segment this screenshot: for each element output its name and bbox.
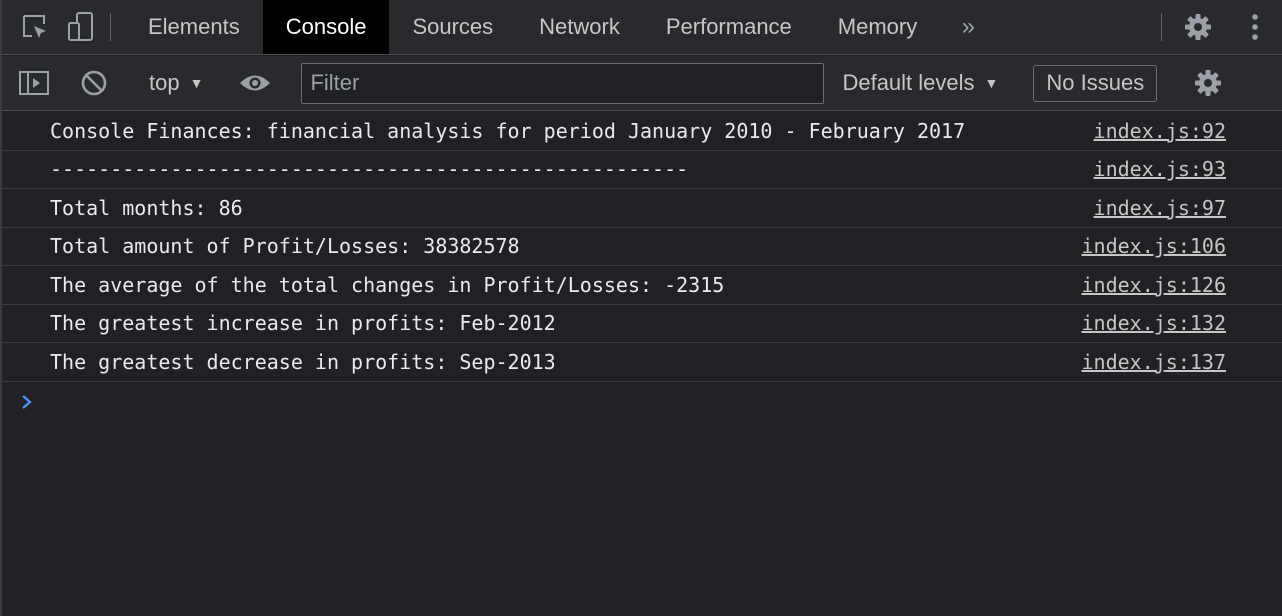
source-link[interactable]: index.js:97 xyxy=(1094,196,1226,220)
live-expression-eye-icon[interactable] xyxy=(230,56,280,111)
source-link[interactable]: index.js:93 xyxy=(1094,157,1226,181)
console-message: Console Finances: financial analysis for… xyxy=(2,112,1282,151)
devtools-window: Elements Console Sources Network Perform… xyxy=(0,0,1282,616)
console-message: The average of the total changes in Prof… xyxy=(2,266,1282,305)
log-levels-caret-icon: ▼ xyxy=(984,75,999,91)
clear-console-icon[interactable] xyxy=(66,56,122,111)
message-text: Console Finances: financial analysis for… xyxy=(50,118,966,143)
tab-bar-divider xyxy=(1161,13,1162,41)
tab-console[interactable]: Console xyxy=(262,0,390,54)
tab-memory[interactable]: Memory xyxy=(815,0,940,54)
console-message: The greatest decrease in profits: Sep-20… xyxy=(2,343,1282,382)
filter-input[interactable] xyxy=(301,62,825,104)
tab-bar-divider xyxy=(110,13,111,41)
source-link[interactable]: index.js:137 xyxy=(1082,350,1227,374)
message-text: ----------------------------------------… xyxy=(50,157,689,182)
device-toolbar-icon[interactable] xyxy=(58,0,104,54)
message-text: Total amount of Profit/Losses: 38382578 xyxy=(50,234,520,259)
source-link[interactable]: index.js:132 xyxy=(1082,311,1227,335)
message-text: The average of the total changes in Prof… xyxy=(50,272,725,297)
more-tabs-chevron-icon[interactable]: » xyxy=(940,0,996,54)
devtools-tab-bar: Elements Console Sources Network Perform… xyxy=(2,0,1282,55)
console-message: Total amount of Profit/Losses: 38382578 … xyxy=(2,228,1282,266)
console-messages: Console Finances: financial analysis for… xyxy=(2,112,1282,422)
prompt-chevron-icon xyxy=(22,394,32,409)
console-message: Total months: 86 index.js:97 xyxy=(2,189,1282,228)
message-text: The greatest decrease in profits: Sep-20… xyxy=(50,349,556,374)
console-settings-gear-icon[interactable] xyxy=(1182,56,1234,111)
show-sidebar-icon[interactable] xyxy=(2,56,66,111)
tab-network[interactable]: Network xyxy=(516,0,643,54)
context-label: top xyxy=(149,70,180,95)
console-message: The greatest increase in profits: Feb-20… xyxy=(2,305,1282,343)
settings-gear-icon[interactable] xyxy=(1168,0,1228,54)
inspect-element-icon[interactable] xyxy=(12,0,58,54)
source-link[interactable]: index.js:92 xyxy=(1094,119,1226,143)
tab-performance[interactable]: Performance xyxy=(643,0,815,54)
source-link[interactable]: index.js:106 xyxy=(1082,234,1227,258)
log-levels-dropdown[interactable]: Default levels ▼ xyxy=(834,70,1010,96)
context-selector[interactable]: top ▼ xyxy=(135,70,217,96)
console-message: ----------------------------------------… xyxy=(2,151,1282,189)
source-link[interactable]: index.js:126 xyxy=(1082,273,1227,297)
log-levels-label: Default levels xyxy=(842,70,975,95)
message-text: The greatest increase in profits: Feb-20… xyxy=(50,311,556,336)
tab-elements[interactable]: Elements xyxy=(125,0,263,54)
issues-button[interactable]: No Issues xyxy=(1033,64,1158,102)
console-prompt[interactable] xyxy=(2,382,1282,422)
message-text: Total months: 86 xyxy=(50,195,243,220)
console-toolbar: top ▼ Default levels ▼ No Issues xyxy=(2,56,1282,111)
tab-sources[interactable]: Sources xyxy=(389,0,516,54)
context-dropdown-caret-icon: ▼ xyxy=(189,75,204,91)
more-options-kebab-icon[interactable] xyxy=(1228,0,1282,54)
